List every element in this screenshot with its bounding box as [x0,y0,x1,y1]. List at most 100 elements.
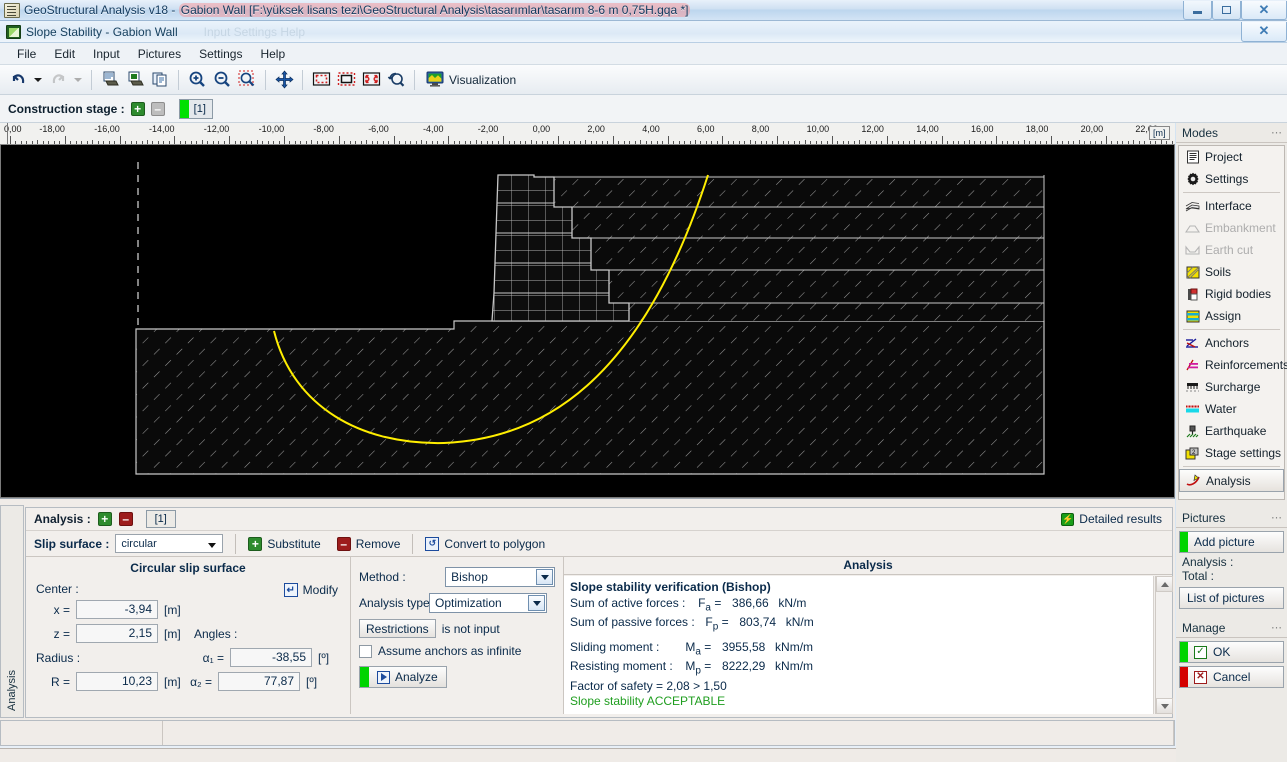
remove-analysis-button[interactable]: – [118,512,133,526]
ruler-subtick [399,141,401,144]
zoom-out-button[interactable] [210,68,234,92]
sidebar-item-earthquake[interactable]: Earthquake [1179,420,1284,442]
analyze-button[interactable]: Analyze [359,666,447,688]
drawing-canvas[interactable] [0,145,1175,498]
convert-to-polygon-button[interactable]: ↺ Convert to polygon [425,536,545,551]
zoom-reset-button[interactable] [235,68,259,92]
sidebar-item-assign[interactable]: Assign [1179,305,1284,327]
analysis-type-dropdown[interactable]: Optimization [429,593,547,613]
slip-surface-select[interactable]: circular [115,534,224,553]
sidebar-divider-2 [1183,329,1280,330]
manage-header-dots[interactable]: ⋯ [1271,621,1282,634]
sidebar-item-reinforcements[interactable]: Reinforcements [1179,354,1287,376]
close-button[interactable]: ✕ [1241,0,1287,20]
menu-input[interactable]: Input [84,45,129,63]
ruler-subtick [760,141,762,144]
results-scrollbar[interactable] [1155,576,1173,714]
ruler-tick [201,140,203,144]
center-z-row: z = 2,15 [m] Angles : [36,624,340,643]
sidebar-item-rigid-bodies[interactable]: Rigid bodies [1179,283,1284,305]
center-x-input[interactable]: -3,94 [76,600,158,619]
stage-tab-1[interactable]: [1] [178,98,213,119]
menu-pictures[interactable]: Pictures [129,45,190,63]
pan-button[interactable] [272,68,296,92]
method-dropdown[interactable]: Bishop [445,567,555,587]
remove-stage-button[interactable]: – [150,101,165,116]
ruler-subtick [415,141,417,144]
zoom-select-button[interactable] [334,68,358,92]
print-preview-button[interactable] [98,68,122,92]
minimize-button[interactable] [1183,0,1212,20]
scroll-down-button[interactable] [1156,698,1173,714]
sidebar-item-water[interactable]: Water [1179,398,1284,420]
convert-icon: ↺ [425,536,440,551]
alpha1-input[interactable]: -38,55 [230,648,312,667]
sidebar-item-embankment[interactable]: Embankment [1179,217,1284,239]
child-close-button[interactable]: ✕ [1241,21,1287,42]
sidebar-item-analysis[interactable]: Analysis [1179,469,1284,492]
ruler-subtick [508,141,510,144]
menu-edit[interactable]: Edit [45,45,84,63]
ruler-subtick [1149,141,1151,144]
redo-dropdown-arrow[interactable] [71,68,85,92]
menu-help[interactable]: Help [251,45,294,63]
menu-file[interactable]: File [8,45,45,63]
ruler-label: -16,00 [94,124,120,134]
ruler-subtick [15,141,17,144]
sidebar-item-earth-cut[interactable]: Earth cut [1179,239,1284,261]
zoom-in-button[interactable] [185,68,209,92]
method-dropdown-arrow[interactable] [536,569,553,585]
restrictions-button[interactable]: Restrictions [359,619,436,638]
zoom-previous-button[interactable] [384,68,408,92]
undo-dropdown-arrow[interactable] [31,68,45,92]
ruler-label: -14,00 [149,124,175,134]
sidebar-item-stage-settings[interactable]: 2 Stage settings [1179,442,1284,464]
add-analysis-button[interactable]: + [97,512,112,526]
ok-button[interactable]: ✓ OK [1179,641,1284,663]
visualization-button[interactable]: Visualization [421,68,525,92]
sidebar-item-surcharge[interactable]: Surcharge [1179,376,1284,398]
list-of-pictures-button[interactable]: List of pictures [1179,587,1284,609]
copy-button[interactable] [148,68,172,92]
print-setup-button[interactable] [123,68,147,92]
assume-anchors-row[interactable]: Assume anchors as infinite [359,644,555,658]
redo-button[interactable] [46,68,70,92]
sidebar-item-soils[interactable]: Soils [1179,261,1284,283]
assume-anchors-checkbox[interactable] [359,644,372,658]
detailed-results-button[interactable]: ⚡ Detailed results [1061,512,1162,526]
add-picture-button[interactable]: Add picture [1179,531,1284,553]
add-stage-button[interactable]: + [130,101,145,116]
modes-header-dots[interactable]: ⋯ [1271,126,1282,139]
undo-button[interactable] [6,68,30,92]
analysis-tab-1[interactable]: [1] [145,510,176,528]
ruler-subtick [355,141,357,144]
minus-icon: – [154,101,162,116]
substitute-button[interactable]: + Substitute [248,536,321,551]
ruler-subtick [245,141,247,144]
ruler-subtick [130,141,132,144]
modify-button[interactable]: ↵ Modify [283,583,338,597]
result-sub-3: p [695,665,701,677]
zoom-all-button[interactable] [359,68,383,92]
analysis-type-dropdown-arrow[interactable] [528,595,545,611]
maximize-button[interactable] [1212,0,1241,20]
application-window: GeoStructural Analysis v18 - Gabion Wall… [0,0,1287,762]
pictures-header-dots[interactable]: ⋯ [1271,511,1282,524]
alpha2-input[interactable]: 77,87 [218,672,300,691]
menu-settings[interactable]: Settings [190,45,251,63]
minus-icon-analysis: – [122,512,130,526]
ruler-label: 4,00 [642,124,660,134]
ruler-subtick [410,141,412,144]
center-z-input[interactable]: 2,15 [76,624,158,643]
zoom-window-button[interactable] [309,68,333,92]
sidebar-item-interface[interactable]: Interface [1179,195,1284,217]
remove-slip-button[interactable]: – Remove [336,536,400,551]
sidebar-item-project[interactable]: Project [1179,146,1284,168]
vertical-tab-analysis[interactable]: Analysis [0,505,24,718]
radius-input[interactable]: 10,23 [76,672,158,691]
scroll-up-button[interactable] [1156,576,1173,592]
sidebar-item-anchors[interactable]: Anchors [1179,332,1284,354]
sidebar-item-settings[interactable]: Settings [1179,168,1284,190]
toolbar-separator-5 [414,69,415,90]
cancel-button[interactable]: ✕ Cancel [1179,666,1284,688]
